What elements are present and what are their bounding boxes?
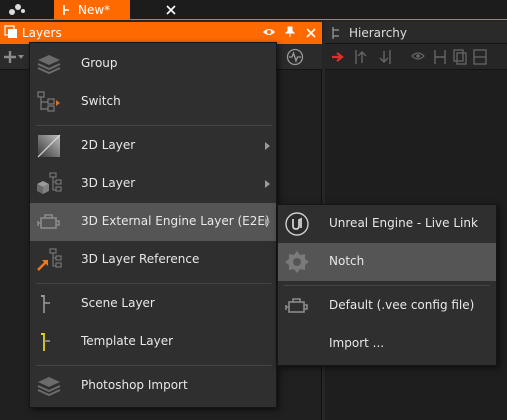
add-layer-menu: Group Switch 2D Layer 3D Layer 3D Extern… — [29, 42, 277, 408]
hierarchy-toolbar — [325, 44, 507, 70]
structure-icon[interactable] — [473, 49, 487, 65]
photoshop-import-icon — [37, 377, 61, 397]
layers-panel-header: Layers — [0, 22, 322, 44]
menu-separator — [36, 365, 272, 366]
menu-item-3d-layer[interactable]: 3D Layer — [30, 165, 276, 203]
menu-item-label: Group — [81, 56, 118, 70]
submenu-arrow-icon — [265, 142, 270, 150]
submenu-item-label: Import ... — [329, 336, 385, 350]
close-icon[interactable] — [306, 28, 316, 38]
submenu-item-label: Unreal Engine - Live Link — [329, 216, 478, 230]
duplicate-icon[interactable] — [453, 49, 467, 65]
move-down-icon[interactable] — [377, 49, 391, 65]
menu-item-label: 2D Layer — [81, 138, 136, 152]
submenu-item-import[interactable]: Import ... — [278, 325, 496, 363]
submenu-arrow-icon — [265, 218, 270, 226]
switch-icon — [37, 91, 60, 112]
hierarchy-tool-icon[interactable] — [433, 49, 447, 65]
group-layers-icon — [37, 55, 61, 75]
engine-icon — [37, 214, 60, 229]
submenu-item-unreal-engine[interactable]: Unreal Engine - Live Link — [278, 205, 496, 243]
submenu-arrow-icon — [265, 180, 270, 188]
app-logo-icon — [9, 4, 25, 15]
menu-item-template-layer[interactable]: Template Layer — [30, 323, 276, 361]
menu-item-label: 3D Layer — [81, 176, 136, 190]
submenu-item-label: Default (.vee config file) — [329, 298, 475, 312]
submenu-item-default-config[interactable]: Default (.vee config file) — [278, 287, 496, 325]
move-up-icon[interactable] — [355, 49, 369, 65]
layers-panel-title: Layers — [22, 26, 62, 40]
menu-item-group[interactable]: Group — [30, 45, 276, 83]
submenu-item-notch[interactable]: Notch — [278, 243, 496, 281]
menu-item-photoshop-import[interactable]: Photoshop Import — [30, 367, 276, 405]
unreal-engine-icon — [285, 212, 309, 236]
template-layer-icon — [41, 333, 50, 351]
menu-item-label: Switch — [81, 94, 121, 108]
menu-item-scene-layer[interactable]: Scene Layer — [30, 285, 276, 323]
pin-icon[interactable] — [285, 26, 295, 38]
menu-item-label: Photoshop Import — [81, 378, 188, 392]
arrow-right-icon[interactable] — [331, 51, 345, 63]
3d-layer-icon — [37, 172, 62, 194]
hierarchy-panel-header: Hierarchy — [325, 22, 507, 44]
external-engine-submenu: Unreal Engine - Live Link Notch Default … — [277, 204, 497, 366]
menu-separator — [36, 283, 272, 284]
menu-item-switch[interactable]: Switch — [30, 83, 276, 121]
engine-icon — [285, 298, 308, 313]
menu-item-2d-layer[interactable]: 2D Layer — [30, 127, 276, 165]
menu-item-label: 3D Layer Reference — [81, 252, 200, 266]
document-tab-label: New* — [78, 3, 111, 17]
scene-layer-icon — [41, 295, 50, 313]
notch-icon — [285, 251, 309, 273]
app-top-bar: New* — [0, 0, 507, 20]
add-layer-icon[interactable] — [4, 50, 24, 64]
menu-item-label: 3D External Engine Layer (E2E) — [81, 214, 270, 228]
menu-separator — [36, 125, 272, 126]
menu-item-label: Template Layer — [81, 334, 174, 348]
visibility-icon[interactable] — [411, 51, 425, 61]
layers-icon — [4, 25, 17, 38]
menu-item-3d-external-engine-layer[interactable]: 3D External Engine Layer (E2E) — [30, 203, 276, 241]
submenu-item-label: Notch — [329, 254, 365, 268]
2d-layer-icon — [37, 134, 61, 158]
menu-separator — [284, 285, 490, 286]
close-icon[interactable] — [166, 5, 176, 15]
hierarchy-panel-title: Hierarchy — [349, 26, 408, 40]
scene-icon — [63, 5, 69, 15]
menu-item-label: Scene Layer — [81, 296, 155, 310]
eye-icon[interactable] — [262, 27, 276, 37]
waveform-icon[interactable] — [286, 48, 304, 66]
document-tab[interactable]: New* — [54, 0, 176, 20]
menu-item-3d-layer-reference[interactable]: 3D Layer Reference — [30, 241, 276, 279]
hierarchy-icon — [332, 27, 339, 39]
layer-reference-icon — [37, 248, 62, 271]
